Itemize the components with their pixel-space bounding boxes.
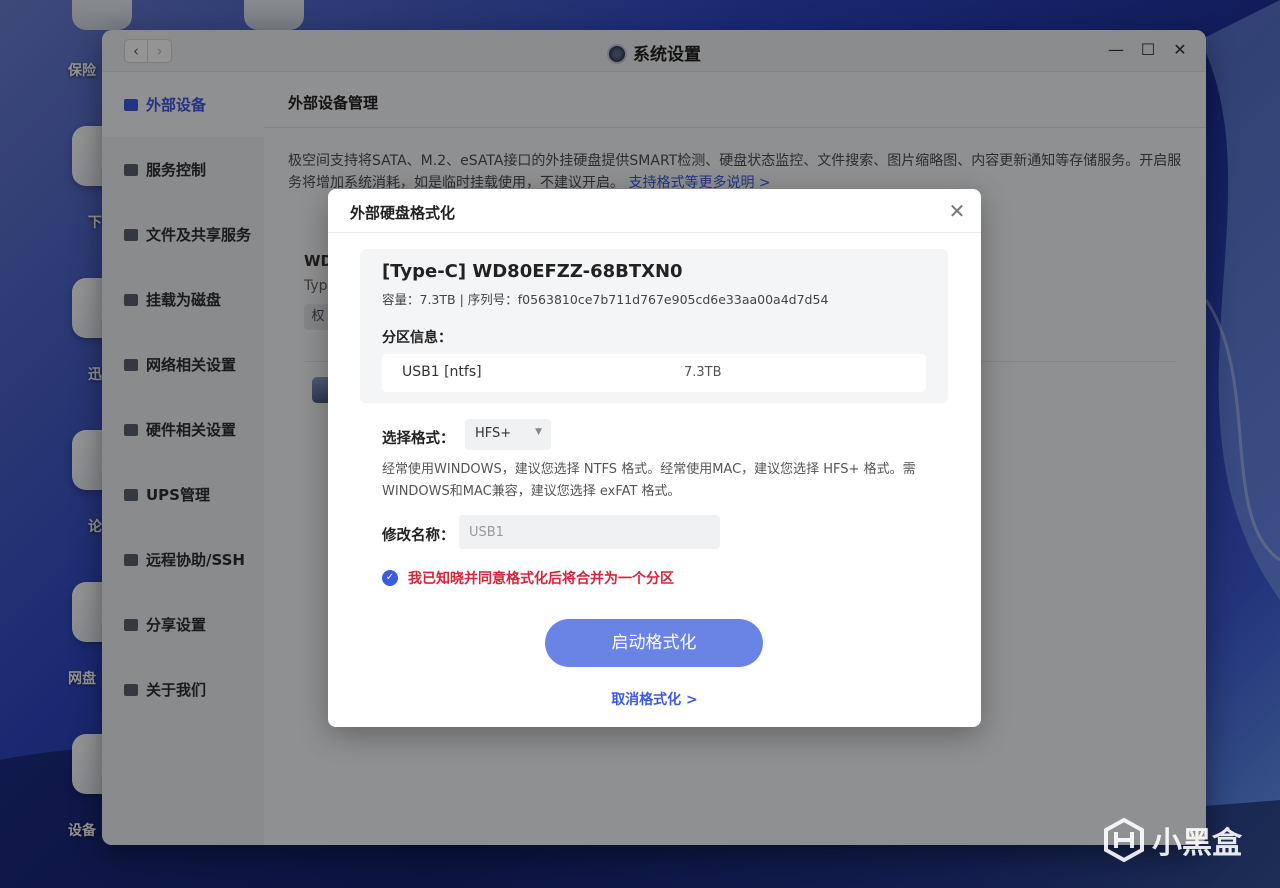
partition-name: USB1 [ntfs]	[402, 364, 482, 380]
format-select-value: HFS+	[475, 426, 512, 441]
partition-label: 分区信息：	[382, 330, 452, 346]
format-dialog: 外部硬盘格式化 ✕ [Type-C] WD80EFZZ-68BTXN0 容量：7…	[328, 189, 981, 727]
agree-checkbox[interactable]: ✓ 我已知晓并同意格式化后将合并为一个分区	[382, 568, 674, 588]
chevron-down-icon: ▼	[535, 427, 542, 437]
partition-row: USB1 [ntfs] 7.3TB	[382, 354, 926, 392]
disk-meta: 容量：7.3TB | 序列号：f0563810ce7b711d767e905cd…	[382, 292, 829, 307]
agree-text: 我已知晓并同意格式化后将合并为一个分区	[408, 571, 674, 587]
watermark: 小黑盒	[1104, 818, 1242, 862]
partition-size: 7.3TB	[684, 365, 722, 380]
format-hint: 经常使用WINDOWS，建议您选择 NTFS 格式。经常使用MAC，建议您选择 …	[382, 462, 916, 499]
dialog-title: 外部硬盘格式化	[350, 204, 456, 222]
xiaoheihe-logo-icon	[1104, 818, 1144, 862]
cancel-format-link[interactable]: 取消格式化 >	[328, 689, 981, 709]
dialog-header: 外部硬盘格式化 ✕	[328, 189, 981, 233]
close-icon[interactable]: ✕	[947, 199, 967, 223]
format-label: 选择格式：	[382, 431, 455, 447]
rename-label: 修改名称：	[382, 528, 455, 544]
start-format-button[interactable]: 启动格式化	[545, 619, 763, 667]
disk-name: [Type-C] WD80EFZZ-68BTXN0	[382, 261, 683, 282]
rename-input[interactable]	[459, 515, 720, 549]
watermark-text: 小黑盒	[1152, 826, 1242, 861]
format-select[interactable]: HFS+ ▼	[465, 419, 551, 450]
disk-info-panel: [Type-C] WD80EFZZ-68BTXN0 容量：7.3TB | 序列号…	[360, 249, 948, 403]
check-icon: ✓	[382, 570, 398, 586]
